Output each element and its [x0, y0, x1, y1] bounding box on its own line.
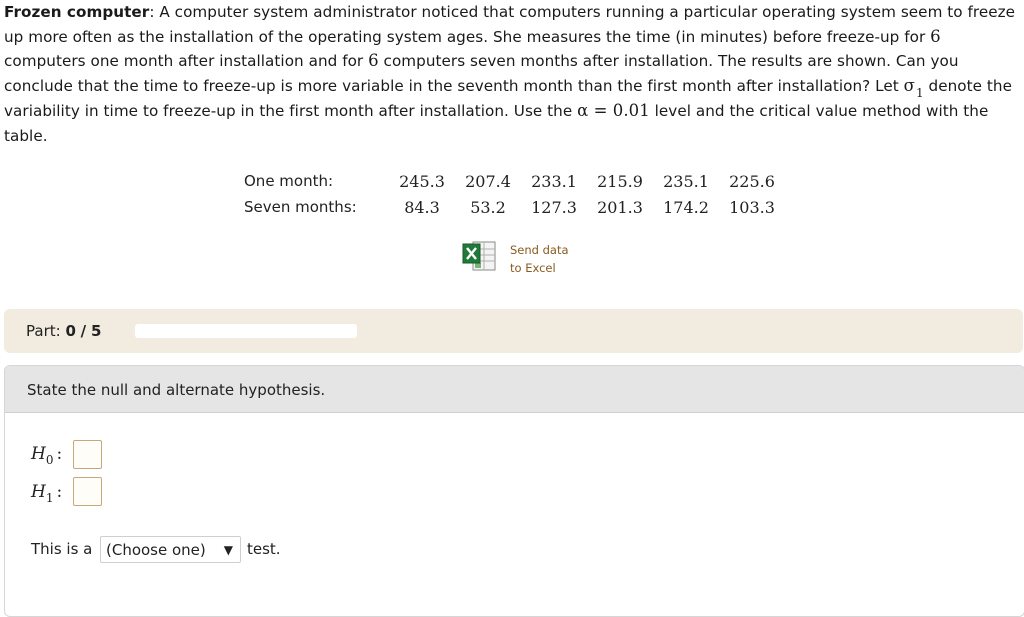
table-cell: 127.3: [531, 197, 577, 217]
row-label: Seven months:: [244, 198, 357, 216]
dropdown-arrow-icon: ▼: [223, 543, 233, 557]
test-type-suffix: test.: [247, 540, 281, 558]
h0-input-box[interactable]: [73, 440, 102, 469]
table-cell: 233.1: [531, 171, 577, 191]
row-label: One month:: [244, 172, 334, 190]
table-cell: 245.3: [399, 171, 445, 191]
problem-statement: Frozen computer: A computer system admin…: [4, 3, 1016, 145]
test-type-select[interactable]: (Choose one) ▼: [100, 536, 241, 563]
table-cell: 174.2: [663, 197, 709, 217]
table-cell: 201.3: [597, 197, 643, 217]
question-header: State the null and alternate hypothesis.: [5, 366, 1024, 413]
progress-track: [135, 324, 357, 338]
table-cell: 215.9: [597, 171, 643, 191]
send-to-excel[interactable]: Send data to Excel: [462, 240, 569, 277]
table-cell: 84.3: [404, 197, 440, 217]
h0-label: H0:: [31, 444, 63, 467]
alpha-level: α = 0.01: [577, 101, 650, 121]
table-row: One month: 245.3 207.4 233.1 215.9 235.1…: [236, 168, 785, 194]
table-cell: 53.2: [470, 197, 506, 217]
send-to-excel-link[interactable]: Send data to Excel: [510, 241, 569, 277]
sigma-symbol: σ: [903, 75, 915, 95]
table-cell: 225.6: [729, 171, 775, 191]
question-prompt: State the null and alternate hypothesis.: [27, 381, 326, 399]
data-table: One month: 245.3 207.4 233.1 215.9 235.1…: [236, 168, 785, 220]
excel-icon[interactable]: [462, 240, 498, 272]
part-progress-bar: Part: 0 / 5: [4, 309, 1023, 353]
table-cell: 207.4: [465, 171, 511, 191]
part-indicator: Part: 0 / 5: [26, 322, 102, 340]
table-cell: 103.3: [729, 197, 775, 217]
problem-title: Frozen computer: [4, 3, 150, 21]
h1-label: H1:: [31, 482, 63, 505]
table-cell: 235.1: [663, 171, 709, 191]
h1-input-box[interactable]: [73, 477, 102, 506]
test-type-prefix: This is a: [31, 540, 93, 558]
table-row: Seven months: 84.3 53.2 127.3 201.3 174.…: [236, 194, 785, 220]
question-panel: State the null and alternate hypothesis.…: [4, 365, 1024, 617]
